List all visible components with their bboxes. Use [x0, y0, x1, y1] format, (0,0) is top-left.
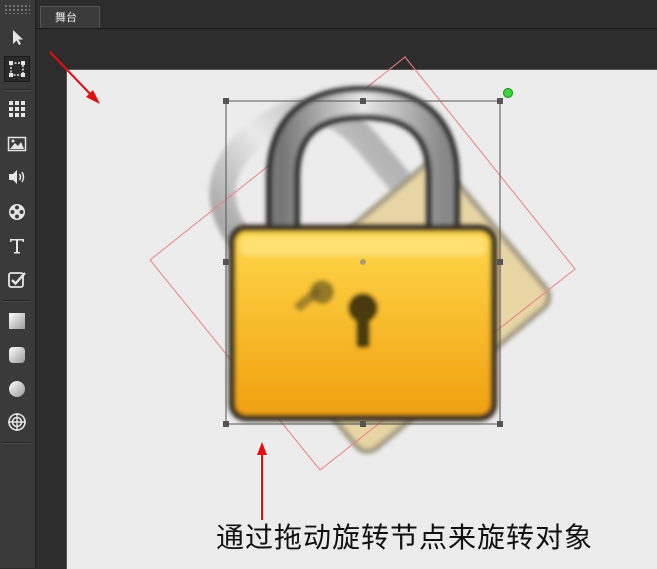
resize-handle-se[interactable] [497, 421, 503, 427]
resize-handle-n[interactable] [360, 98, 366, 104]
stage-overlay [49, 51, 576, 520]
resize-handle-s[interactable] [360, 421, 366, 427]
resize-handle-nw[interactable] [223, 98, 229, 104]
resize-handle-w[interactable] [223, 259, 229, 265]
annotation-caption: 通过拖动旋转节点来旋转对象 [216, 521, 594, 554]
center-point[interactable] [360, 259, 366, 265]
annotation-arrow-top [49, 51, 100, 104]
resize-handle-e[interactable] [497, 259, 503, 265]
resize-handle-sw[interactable] [223, 421, 229, 427]
resize-handle-ne[interactable] [497, 98, 503, 104]
rotate-node[interactable] [503, 88, 513, 98]
annotation-arrow-bottom [257, 442, 267, 520]
